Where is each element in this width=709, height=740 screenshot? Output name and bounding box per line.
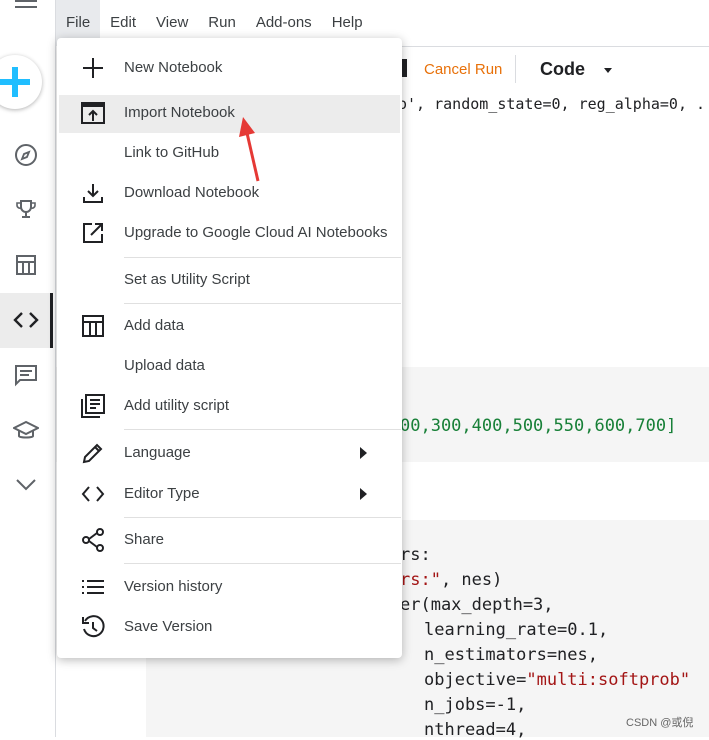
menu-item-language[interactable]: Language [57, 433, 402, 473]
list-icon [81, 575, 105, 599]
submenu-arrow-icon [360, 488, 367, 500]
menu-item-label: Language [124, 444, 191, 461]
download-icon [81, 181, 105, 205]
code-string: "multi:softprob" [526, 670, 691, 690]
menu-item-label: Import Notebook [124, 104, 235, 121]
menu-item-upload-data[interactable]: Upload data [57, 346, 402, 386]
menu-item-label: Upgrade to Google Cloud AI Notebooks [124, 224, 388, 241]
code-line: 00,300,400,500,550,600,700] [400, 416, 677, 436]
code-line: learning_rate=0.1, [424, 620, 609, 640]
history-icon [81, 615, 105, 639]
notebook-toolbar: Cancel Run Code [400, 46, 709, 93]
code-text: objective= [424, 670, 527, 690]
menu-item-new-notebook[interactable]: New Notebook [57, 48, 402, 88]
left-nav-rail [0, 0, 56, 737]
share-icon [81, 528, 105, 552]
submenu-arrow-icon [360, 447, 367, 459]
menu-item-label: Editor Type [124, 485, 200, 502]
create-button[interactable] [0, 55, 42, 109]
watermark: CSDN @或倪 [626, 717, 694, 729]
pencil-icon [81, 441, 105, 465]
code-line: o', random_state=0, reg_alpha=0, . [398, 95, 706, 113]
script-icon [81, 394, 105, 418]
code-line: rs:", nes) [400, 570, 502, 590]
menu-item-label: Save Version [124, 618, 213, 635]
menu-item-link-github[interactable]: Link to GitHub [57, 133, 402, 173]
external-link-icon [81, 221, 105, 245]
menu-item-add-utility-script[interactable]: Add utility script [57, 386, 402, 426]
cell-type-select[interactable]: Code [540, 59, 585, 80]
import-icon [81, 101, 105, 125]
code-icon[interactable] [0, 303, 52, 337]
menu-item-label: Add data [124, 317, 185, 334]
menu-item-save-version[interactable]: Save Version [57, 607, 402, 647]
table-icon[interactable] [0, 248, 52, 282]
code-line: n_jobs=-1, [424, 695, 527, 715]
code-icon [81, 482, 105, 506]
menu-item-version-history[interactable]: Version history [57, 567, 402, 607]
menu-item-label: Version history [124, 578, 223, 595]
trophy-icon[interactable] [0, 193, 52, 227]
annotation-arrow [239, 117, 260, 182]
menu-divider [124, 517, 401, 518]
learn-icon[interactable] [0, 413, 52, 447]
menu-item-label: Link to GitHub [124, 144, 220, 161]
menu-item-upgrade-cloud[interactable]: Upgrade to Google Cloud AI Notebooks [57, 213, 402, 253]
menu-item-add-data[interactable]: Add data [57, 306, 402, 346]
code-line: rs: [400, 545, 431, 565]
code-line: er(max_depth=3, [400, 595, 554, 615]
menu-item-editor-type[interactable]: Editor Type [57, 474, 402, 514]
code-string: rs:" [400, 570, 441, 590]
caret-down-icon[interactable] [604, 68, 612, 73]
menu-divider [124, 303, 401, 304]
cancel-run-button[interactable]: Cancel Run [424, 61, 502, 78]
menu-item-label: Share [124, 531, 165, 548]
menu-item-label: Add utility script [124, 397, 230, 414]
code-line: objective="multi:softprob" [424, 670, 690, 690]
toolbar-divider [515, 55, 516, 83]
menu-item-download-notebook[interactable]: Download Notebook [57, 173, 402, 213]
menu-item-label: New Notebook [124, 59, 223, 76]
file-menu-dropdown: New Notebook Import Notebook Link to Git… [57, 38, 402, 658]
hamburger-menu-icon[interactable] [0, 0, 52, 14]
menu-item-label: Set as Utility Script [124, 271, 250, 288]
menu-item-import-notebook[interactable]: Import Notebook [57, 93, 402, 133]
menu-item-label: Upload data [124, 357, 205, 374]
table-icon [81, 314, 105, 338]
chevron-down-icon[interactable] [0, 468, 52, 502]
discussion-icon[interactable] [0, 358, 52, 392]
menu-divider [124, 429, 401, 430]
code-line: nthread=4, [424, 720, 527, 740]
code-text: , nes) [440, 570, 503, 590]
plus-icon [0, 67, 30, 97]
menu-item-label: Download Notebook [124, 184, 260, 201]
compass-icon[interactable] [0, 138, 52, 172]
code-line: n_estimators=nes, [424, 645, 598, 665]
menu-item-utility-script[interactable]: Set as Utility Script [57, 260, 402, 300]
menu-divider [124, 257, 401, 258]
plus-icon [81, 56, 105, 80]
menu-item-share[interactable]: Share [57, 520, 402, 560]
menu-divider [124, 563, 401, 564]
